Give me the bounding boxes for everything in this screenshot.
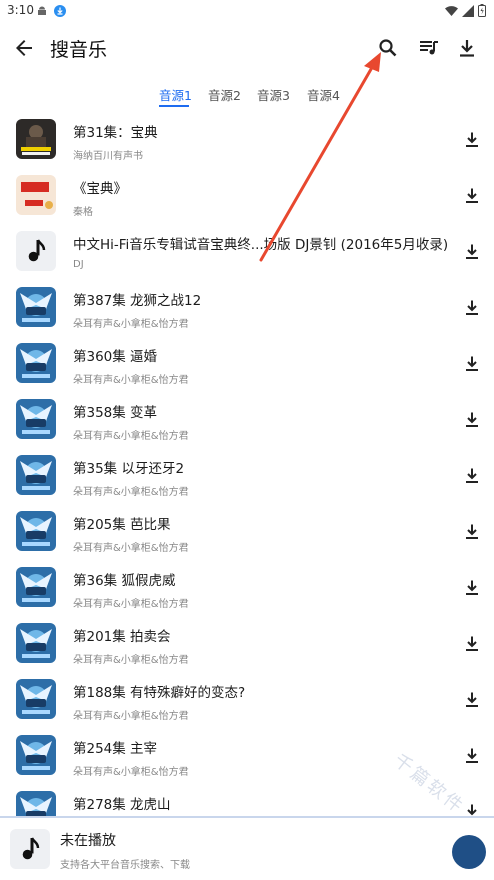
download-icon[interactable]	[462, 522, 482, 542]
download-notification-icon	[54, 5, 66, 17]
song-title: 第387集 龙狮之战12	[73, 293, 202, 309]
song-cover	[16, 287, 56, 327]
song-title: 第35集 以牙还牙2	[73, 461, 185, 477]
song-artist: 朵耳有声&小拿柜&怡方君	[73, 543, 189, 554]
tab-source-1[interactable]: 音源1	[159, 85, 192, 104]
song-title: 第360集 逼婚	[73, 349, 158, 365]
song-cover	[16, 119, 56, 159]
tab-source-2[interactable]: 音源2	[208, 85, 241, 104]
download-icon[interactable]	[462, 410, 482, 430]
song-title: 第278集 龙虎山	[73, 797, 171, 813]
download-icon[interactable]	[462, 186, 482, 206]
source-tabs: 音源1 音源2 音源3 音源4	[0, 80, 494, 112]
download-icon[interactable]	[462, 130, 482, 150]
tab-source-3[interactable]: 音源3	[257, 85, 290, 104]
download-icon[interactable]	[462, 466, 482, 486]
battery-icon	[478, 4, 486, 17]
song-cover	[16, 791, 56, 816]
song-artist: 海纳百川有声书	[73, 151, 143, 162]
song-artist: 朵耳有声&小拿柜&怡方君	[73, 599, 189, 610]
search-icon[interactable]	[376, 36, 400, 60]
song-artist: 朵耳有声&小拿柜&怡方君	[73, 487, 189, 498]
song-row[interactable]: 第387集 龙狮之战12 朵耳有声&小拿柜&怡方君	[0, 280, 494, 336]
song-artist: 朵耳有声&小拿柜&怡方君	[73, 655, 189, 666]
app-bar: 搜音乐	[0, 22, 494, 74]
song-cover	[16, 455, 56, 495]
song-cover	[16, 399, 56, 439]
song-row[interactable]: 第31集：宝典海纳百川有声书	[0, 112, 494, 168]
song-cover	[16, 735, 56, 775]
page-title: 搜音乐	[50, 39, 108, 61]
song-artist: 朵耳有声&小拿柜&怡方君	[73, 711, 189, 722]
song-title: 第254集 主宰	[73, 741, 158, 757]
mini-player[interactable]: 未在播放 支持各大平台音乐搜索、下载	[0, 816, 494, 880]
song-cover	[16, 231, 56, 271]
player-title: 未在播放	[60, 833, 116, 849]
song-title: 《宝典》	[73, 181, 127, 197]
song-title: 第188集 有特殊癖好的变态?	[73, 685, 246, 701]
download-icon[interactable]	[462, 634, 482, 654]
song-artist: 秦格	[73, 207, 93, 218]
song-row[interactable]: 第360集 逼婚朵耳有声&小拿柜&怡方君	[0, 336, 494, 392]
floating-action-button[interactable]	[452, 835, 486, 869]
song-artist: 朵耳有声&小拿柜&怡方君	[73, 431, 189, 442]
song-cover	[16, 343, 56, 383]
song-artist: 朵耳有声&小拿柜&怡方君	[73, 375, 189, 386]
song-title: 第205集 芭比果	[73, 517, 171, 533]
android-icon	[38, 6, 46, 15]
wifi-icon	[445, 5, 458, 16]
song-cover	[16, 175, 56, 215]
song-cover	[16, 567, 56, 607]
download-icon[interactable]	[462, 298, 482, 318]
tab-source-4[interactable]: 音源4	[307, 85, 340, 104]
song-cover	[16, 623, 56, 663]
song-artist: 朵耳有声&小拿柜&怡方君	[73, 767, 189, 778]
song-title: 中文Hi-Fi音乐专辑试音宝典终...场版 DJ景钊 (2016年5月收录)	[73, 237, 449, 253]
song-list: 第31集：宝典海纳百川有声书《宝典》秦格中文Hi-Fi音乐专辑试音宝典终...场…	[0, 112, 494, 816]
song-row[interactable]: 第205集 芭比果朵耳有声&小拿柜&怡方君	[0, 504, 494, 560]
download-icon[interactable]	[462, 354, 482, 374]
song-row[interactable]: 中文Hi-Fi音乐专辑试音宝典终...场版 DJ景钊 (2016年5月收录) DJ	[0, 224, 494, 280]
download-icon[interactable]	[455, 36, 479, 60]
status-time: 3:10	[7, 3, 34, 17]
song-title: 第31集：宝典	[73, 125, 158, 141]
song-row[interactable]: 《宝典》 秦格	[0, 168, 494, 224]
song-row[interactable]: 第201集 拍卖会朵耳有声&小拿柜&怡方君	[0, 616, 494, 672]
active-tab-indicator	[159, 105, 189, 107]
song-row[interactable]: 第188集 有特殊癖好的变态? 朵耳有声&小拿柜&怡方君	[0, 672, 494, 728]
song-title: 第201集 拍卖会	[73, 629, 171, 645]
back-arrow-icon[interactable]	[12, 36, 36, 60]
song-row[interactable]: 第35集 以牙还牙2 朵耳有声&小拿柜&怡方君	[0, 448, 494, 504]
status-bar: 3:10	[0, 0, 494, 22]
song-artist: DJ	[73, 259, 84, 270]
song-row[interactable]: 第358集 变革朵耳有声&小拿柜&怡方君	[0, 392, 494, 448]
song-title: 第358集 变革	[73, 405, 158, 421]
playlist-icon[interactable]	[417, 36, 441, 60]
download-icon[interactable]	[462, 690, 482, 710]
song-artist: 朵耳有声&小拿柜&怡方君	[73, 319, 189, 330]
song-row[interactable]: 第36集 狐假虎威朵耳有声&小拿柜&怡方君	[0, 560, 494, 616]
music-note-icon	[22, 837, 40, 860]
download-icon[interactable]	[462, 242, 482, 262]
player-subtitle: 支持各大平台音乐搜索、下载	[60, 860, 190, 871]
song-cover	[16, 679, 56, 719]
player-cover	[10, 829, 50, 869]
download-icon[interactable]	[462, 578, 482, 598]
song-title: 第36集 狐假虎威	[73, 573, 176, 589]
signal-icon	[462, 4, 474, 17]
download-icon[interactable]	[462, 746, 482, 766]
song-cover	[16, 511, 56, 551]
